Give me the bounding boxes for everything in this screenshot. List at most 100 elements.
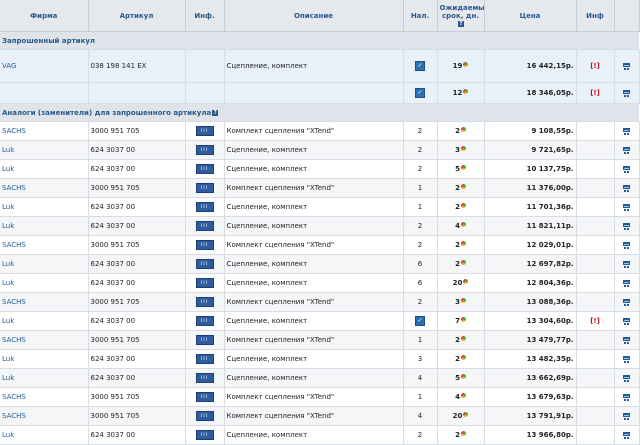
brand-cell[interactable]: SACHS (0, 292, 89, 312)
col-article[interactable]: Артикул (88, 0, 186, 32)
info-cell: iii (185, 425, 225, 445)
delivery-days: 4 (455, 222, 460, 230)
brand-cell[interactable]: VAG (0, 49, 89, 83)
warning-icon[interactable]: [!] (590, 62, 600, 70)
info-icon[interactable]: iii (195, 240, 214, 250)
delivery-cell: 2 (437, 254, 485, 274)
cart-icon[interactable] (622, 336, 631, 344)
cart-icon[interactable] (622, 374, 631, 382)
col-description[interactable]: Описание (224, 0, 404, 32)
cart-icon[interactable] (622, 431, 631, 439)
stock-cell: 2 (403, 425, 438, 445)
brand-cell[interactable]: Luk (0, 216, 89, 236)
brand-cell[interactable]: Luk (0, 197, 89, 217)
reliability-pie-icon[interactable] (460, 127, 466, 132)
info-icon[interactable]: iii (195, 373, 214, 383)
reliability-pie-icon[interactable] (460, 355, 466, 360)
reliability-pie-icon[interactable] (460, 374, 466, 379)
reliability-pie-icon[interactable] (460, 203, 466, 208)
price-cell: 11 701,36р. (484, 197, 577, 217)
table-row: SACHS 3000 951 705 iii Комплект сцеплени… (0, 178, 640, 198)
help-icon[interactable]: ? (212, 109, 219, 116)
delivery-cell: 20 (437, 406, 485, 426)
reliability-pie-icon[interactable] (463, 412, 469, 417)
stock-count: 1 (417, 184, 423, 192)
cart-icon[interactable] (622, 241, 631, 249)
cart-icon[interactable] (622, 298, 631, 306)
col-delivery[interactable]: Ожидаемый срок, дн.? (437, 0, 485, 32)
info-cell: iii (185, 121, 225, 141)
info-icon[interactable]: iii (195, 278, 214, 288)
reliability-pie-icon[interactable] (460, 241, 466, 246)
reliability-pie-icon[interactable] (460, 260, 466, 265)
brand-cell[interactable]: Luk (0, 140, 89, 160)
col-stock[interactable]: Нал. (403, 0, 438, 32)
cart-icon[interactable] (622, 203, 631, 211)
cart-icon[interactable] (622, 184, 631, 192)
info-icon[interactable]: iii (195, 297, 214, 307)
brand-cell[interactable]: Luk (0, 311, 89, 331)
brand-cell[interactable]: Luk (0, 349, 89, 369)
reliability-pie-icon[interactable] (463, 62, 469, 67)
brand-cell[interactable]: Luk (0, 425, 89, 445)
cart-icon[interactable] (622, 165, 631, 173)
cart-icon[interactable] (622, 62, 631, 70)
cart-icon[interactable] (622, 317, 631, 325)
brand-cell[interactable]: Luk (0, 368, 89, 388)
info-icon[interactable]: iii (195, 430, 214, 440)
brand-cell[interactable]: SACHS (0, 406, 89, 426)
info-icon[interactable]: iii (195, 202, 214, 212)
brand-cell[interactable]: Luk (0, 273, 89, 293)
info-cell: iii (185, 311, 225, 331)
info-icon[interactable]: iii (195, 145, 214, 155)
info-icon[interactable]: iii (195, 259, 214, 269)
cart-icon[interactable] (622, 412, 631, 420)
reliability-pie-icon[interactable] (460, 431, 466, 436)
cart-icon[interactable] (622, 146, 631, 154)
reliability-pie-icon[interactable] (463, 279, 469, 284)
info-icon[interactable]: iii (195, 183, 214, 193)
info-icon[interactable]: iii (195, 335, 214, 345)
reliability-pie-icon[interactable] (460, 317, 466, 322)
info-icon[interactable]: iii (195, 164, 214, 174)
info-cell: iii (185, 387, 225, 407)
stock-cell: ✓ (403, 311, 438, 331)
reliability-pie-icon[interactable] (460, 165, 466, 170)
warning-icon[interactable]: [!] (590, 317, 600, 325)
info-cell: iii (185, 368, 225, 388)
reliability-pie-icon[interactable] (460, 298, 466, 303)
reliability-pie-icon[interactable] (460, 146, 466, 151)
brand-cell[interactable]: Luk (0, 159, 89, 179)
reliability-pie-icon[interactable] (463, 89, 469, 94)
brand-cell[interactable]: Luk (0, 254, 89, 274)
info-icon[interactable]: iii (195, 354, 214, 364)
brand-cell[interactable]: SACHS (0, 235, 89, 255)
cart-icon[interactable] (622, 355, 631, 363)
info-icon[interactable]: iii (195, 126, 214, 136)
cart-icon[interactable] (622, 127, 631, 135)
cart-icon[interactable] (622, 393, 631, 401)
brand-cell[interactable]: SACHS (0, 330, 89, 350)
delivery-days: 3 (455, 298, 460, 306)
brand-cell[interactable]: SACHS (0, 121, 89, 141)
col-brand[interactable]: Фирма (0, 0, 89, 32)
brand-cell[interactable]: SACHS (0, 178, 89, 198)
reliability-pie-icon[interactable] (460, 336, 466, 341)
reliability-pie-icon[interactable] (460, 184, 466, 189)
info-icon[interactable]: iii (195, 221, 214, 231)
brand-cell[interactable]: SACHS (0, 387, 89, 407)
help-icon[interactable]: ? (458, 20, 464, 27)
info-icon[interactable]: iii (195, 392, 214, 402)
cart-icon[interactable] (622, 260, 631, 268)
info-icon[interactable]: iii (195, 411, 214, 421)
reliability-pie-icon[interactable] (460, 222, 466, 227)
warning-icon[interactable]: [!] (590, 89, 600, 97)
cart-icon[interactable] (622, 279, 631, 287)
col-price[interactable]: Цена (484, 0, 577, 32)
description-cell: Сцепление, комплект (224, 425, 404, 445)
info-icon[interactable]: iii (195, 316, 214, 326)
cart-icon[interactable] (622, 222, 631, 230)
reliability-pie-icon[interactable] (460, 393, 466, 398)
cart-icon[interactable] (622, 89, 631, 97)
article-cell: 038 198 141 EX (88, 49, 186, 83)
